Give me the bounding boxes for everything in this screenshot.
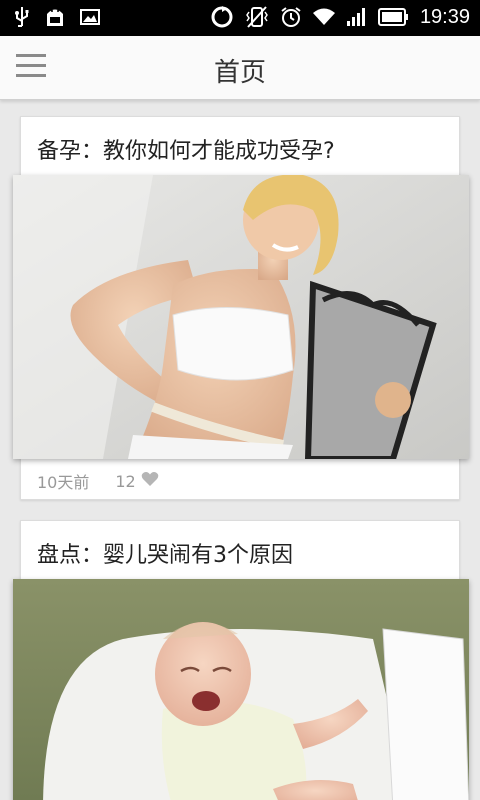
page-title: 首页 <box>213 58 266 88</box>
status-time: 19:39 <box>419 5 470 28</box>
sync-icon <box>210 5 234 29</box>
article-title[interactable]: 备孕：教你如何才能成功受孕? <box>37 133 335 165</box>
vibrate-icon <box>244 5 270 29</box>
android-debug-icon <box>44 6 66 28</box>
article-feed[interactable]: 备孕：教你如何才能成功受孕? 10天前 12 盘点：婴儿哭闹有3个原因 <box>0 100 480 800</box>
heart-icon[interactable] <box>141 471 159 491</box>
status-bar: 19:39 <box>0 0 480 36</box>
article-card[interactable]: 盘点：婴儿哭闹有3个原因 <box>13 520 469 800</box>
article-image[interactable] <box>13 579 469 800</box>
like-count: 12 <box>115 471 136 491</box>
signal-icon <box>346 7 368 27</box>
alarm-icon <box>280 6 302 28</box>
article-time: 10天前 <box>37 473 90 492</box>
article-meta: 10天前 12 <box>37 469 159 493</box>
article-card[interactable]: 备孕：教你如何才能成功受孕? 10天前 12 <box>13 116 469 500</box>
battery-icon <box>377 8 410 26</box>
image-notification-icon <box>80 8 100 26</box>
article-image[interactable] <box>13 175 469 459</box>
usb-icon <box>14 6 30 28</box>
app-header: 首页 <box>0 36 480 100</box>
wifi-icon <box>312 7 336 27</box>
like-button[interactable]: 12 <box>115 471 159 491</box>
article-title[interactable]: 盘点：婴儿哭闹有3个原因 <box>37 537 293 569</box>
